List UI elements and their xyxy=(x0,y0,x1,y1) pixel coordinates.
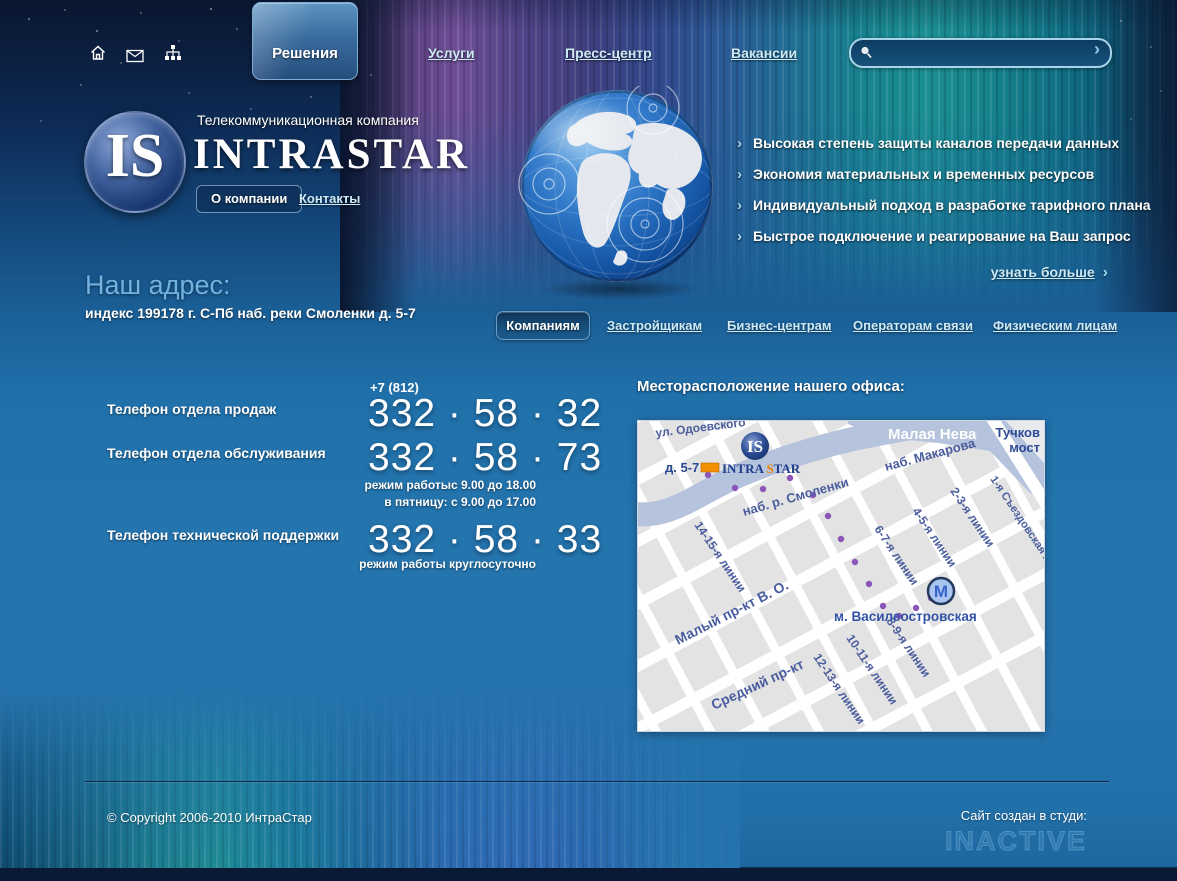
footer-divider xyxy=(85,781,1109,782)
tab-developers[interactable]: Застройщикам xyxy=(607,318,702,333)
globe-illustration xyxy=(517,86,717,286)
chevron-bullet-icon: › xyxy=(737,135,742,152)
contacts-link[interactable]: Контакты xyxy=(299,191,360,206)
studio-credit: Сайт создан в студи: INACTIVE xyxy=(945,808,1087,857)
tab-business-centers[interactable]: Бизнес-центрам xyxy=(727,318,832,333)
search-box: › xyxy=(849,38,1112,68)
nav-link-jobs[interactable]: Вакансии xyxy=(731,45,797,61)
phone-support-label: Телефон технической поддержки xyxy=(107,527,339,543)
sitemap-icon[interactable] xyxy=(164,44,182,62)
chevron-bullet-icon: › xyxy=(737,166,742,183)
nav-link-press[interactable]: Пресс-центр xyxy=(565,45,652,61)
hours-line: режим работы круглосуточно xyxy=(250,556,536,573)
chevron-bullet-icon: › xyxy=(737,228,742,245)
benefit-item: › Быстрое подключение и реагирование на В… xyxy=(737,229,1151,244)
search-submit-arrow-icon[interactable]: › xyxy=(1094,39,1100,60)
office-location-map: д. 5-7 IS INTRA STAR ул. Одоевского наб.… xyxy=(637,420,1045,732)
map-brand-label: INTRA STAR xyxy=(722,461,801,476)
company-name: INTRASTAR xyxy=(193,130,470,179)
phone-service-number: 332 · 58 · 73 xyxy=(368,438,602,478)
address-line: индекс 199178 г. С-Пб наб. реки Смоленки… xyxy=(85,305,416,321)
tab-individuals[interactable]: Физическим лицам xyxy=(993,318,1117,333)
benefit-text: Быстрое подключение и реагирование на Ва… xyxy=(753,228,1131,244)
company-logo[interactable]: IS xyxy=(84,111,186,213)
map-title: Месторасположение нашего офиса: xyxy=(637,378,905,395)
phone-support-number: 332 · 58 · 33 xyxy=(368,520,602,560)
hours-line: в пятницу: с 9.00 до 17.00 xyxy=(250,494,536,511)
water-label-neva: Малая Нева xyxy=(888,426,977,443)
bottom-dark-strip xyxy=(0,868,1177,881)
benefit-text: Индивидуальный подход в разработке тариф… xyxy=(753,197,1151,213)
copyright-text: © Copyright 2006-2010 ИнтраСтар xyxy=(107,810,312,825)
phone-service-label: Телефон отдела обслуживания xyxy=(107,445,326,461)
home-icon[interactable] xyxy=(89,44,107,62)
bridge-label-2: мост xyxy=(1009,440,1040,455)
logo-monogram: IS xyxy=(86,121,184,192)
phone-service-hours: режим работыс 9.00 до 18.00 в пятницу: с… xyxy=(250,477,536,511)
company-tagline: Телекоммуникационная компания xyxy=(197,112,419,128)
starfield xyxy=(0,0,2,2)
tab-companies[interactable]: Компаниям xyxy=(496,311,590,340)
chevron-right-icon: › xyxy=(1103,264,1108,281)
nav-tab-solutions-label: Решения xyxy=(253,45,357,62)
learn-more-text: узнать больше xyxy=(991,264,1095,280)
benefit-text: Экономия материальных и временных ресурс… xyxy=(753,166,1094,182)
hours-line: режим работыс 9.00 до 18.00 xyxy=(250,477,536,494)
page: Решения Услуги Пресс-центр Вакансии › IS… xyxy=(0,0,1177,881)
search-input[interactable] xyxy=(877,41,1076,63)
tab-telecom-operators[interactable]: Операторам связи xyxy=(853,318,973,333)
metro-station-label: м. Василеостровская xyxy=(834,609,977,624)
metro-symbol: М xyxy=(934,582,948,601)
bridge-label-1: Тучков xyxy=(996,425,1041,440)
learn-more-link[interactable]: узнать больше › xyxy=(991,264,1108,282)
benefit-item: › Экономия материальных и временных ресур… xyxy=(737,167,1151,182)
map-logo-monogram: IS xyxy=(747,437,763,456)
address-title: Наш адрес: xyxy=(85,270,230,301)
nav-tab-solutions[interactable]: Решения xyxy=(252,2,358,80)
studio-credit-label: Сайт создан в студи: xyxy=(945,808,1087,823)
phone-sales-label: Телефон отдела продаж xyxy=(107,401,276,417)
benefits-list: › Высокая степень защиты каналов передачи… xyxy=(737,136,1151,260)
benefit-text: Высокая степень защиты каналов передачи … xyxy=(753,135,1119,151)
aurora-stripes-bottom xyxy=(0,688,740,868)
phone-sales-number: 332 · 58 · 32 xyxy=(368,394,602,434)
benefit-item: › Высокая степень защиты каналов передачи… xyxy=(737,136,1151,151)
office-house-label: д. 5-7 xyxy=(665,460,699,475)
office-building-marker xyxy=(701,463,719,472)
phone-support-hours: режим работы круглосуточно xyxy=(250,556,536,573)
mail-icon[interactable] xyxy=(126,47,144,65)
about-company-button[interactable]: О компании xyxy=(196,185,302,213)
chevron-bullet-icon: › xyxy=(737,197,742,214)
search-icon xyxy=(859,45,873,59)
nav-link-services[interactable]: Услуги xyxy=(428,45,475,61)
benefit-item: › Индивидуальный подход в разработке тари… xyxy=(737,198,1151,213)
studio-name-link[interactable]: INACTIVE xyxy=(945,826,1087,857)
